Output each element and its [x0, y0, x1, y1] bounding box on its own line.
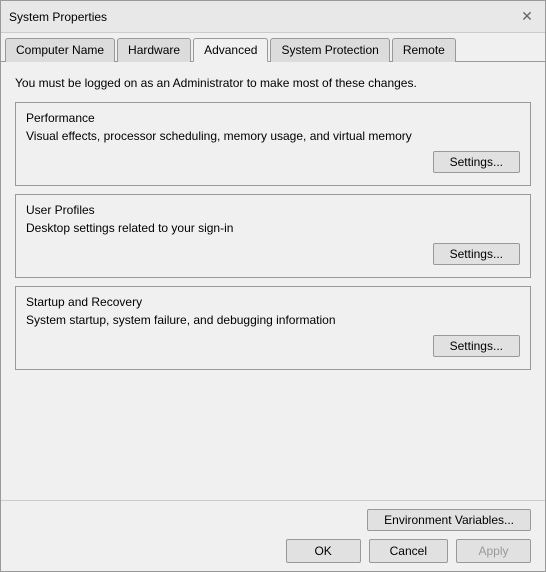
- system-properties-window: System Properties ✕ Computer Name Hardwa…: [0, 0, 546, 572]
- main-content: You must be logged on as an Administrato…: [1, 62, 545, 500]
- performance-description: Visual effects, processor scheduling, me…: [26, 129, 520, 143]
- window-title: System Properties: [9, 10, 107, 24]
- startup-recovery-settings-row: Settings...: [26, 335, 520, 357]
- tab-advanced[interactable]: Advanced: [193, 38, 268, 62]
- performance-section: Performance Visual effects, processor sc…: [15, 102, 531, 186]
- close-button[interactable]: ✕: [517, 7, 537, 27]
- startup-recovery-description: System startup, system failure, and debu…: [26, 313, 520, 327]
- admin-info-text: You must be logged on as an Administrato…: [15, 72, 531, 94]
- tab-computer-name[interactable]: Computer Name: [5, 38, 115, 62]
- dialog-buttons: OK Cancel Apply: [15, 539, 531, 563]
- cancel-button[interactable]: Cancel: [369, 539, 448, 563]
- startup-recovery-title: Startup and Recovery: [26, 295, 520, 309]
- startup-recovery-section: Startup and Recovery System startup, sys…: [15, 286, 531, 370]
- user-profiles-settings-row: Settings...: [26, 243, 520, 265]
- environment-variables-button[interactable]: Environment Variables...: [367, 509, 531, 531]
- user-profiles-description: Desktop settings related to your sign-in: [26, 221, 520, 235]
- user-profiles-section: User Profiles Desktop settings related t…: [15, 194, 531, 278]
- ok-button[interactable]: OK: [286, 539, 361, 563]
- apply-button[interactable]: Apply: [456, 539, 531, 563]
- startup-recovery-settings-button[interactable]: Settings...: [433, 335, 520, 357]
- performance-settings-row: Settings...: [26, 151, 520, 173]
- tab-bar: Computer Name Hardware Advanced System P…: [1, 33, 545, 62]
- tab-remote[interactable]: Remote: [392, 38, 456, 62]
- performance-title: Performance: [26, 111, 520, 125]
- user-profiles-settings-button[interactable]: Settings...: [433, 243, 520, 265]
- user-profiles-title: User Profiles: [26, 203, 520, 217]
- title-bar: System Properties ✕: [1, 1, 545, 33]
- performance-settings-button[interactable]: Settings...: [433, 151, 520, 173]
- tab-hardware[interactable]: Hardware: [117, 38, 191, 62]
- tab-system-protection[interactable]: System Protection: [270, 38, 389, 62]
- env-vars-row: Environment Variables...: [15, 509, 531, 531]
- bottom-area: Environment Variables... OK Cancel Apply: [1, 500, 545, 571]
